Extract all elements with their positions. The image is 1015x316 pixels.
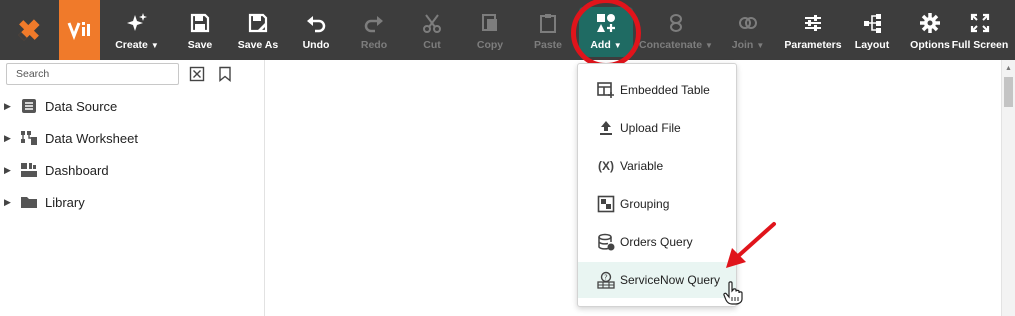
menu-item-embedded-table[interactable]: Embedded Table [578,72,736,108]
full-screen-button[interactable]: Full Screen [952,0,1008,60]
menu-item-label: Embedded Table [620,83,710,97]
save-label: Save [187,38,213,51]
cut-button[interactable]: Cut [412,0,452,60]
undo-label: Undo [302,38,330,51]
app-logo-icon [18,19,40,41]
sliders-icon [805,14,821,31]
caret-right-icon[interactable]: ▶ [4,165,14,176]
search-input[interactable] [6,63,179,85]
menu-item-label: ServiceNow Query [620,273,721,287]
save-as-button[interactable]: Save As [234,0,282,60]
concatenate-button[interactable]: Concatenate ▼ [638,0,714,60]
caret-right-icon[interactable]: ▶ [4,133,14,144]
data-source-icon [22,99,36,113]
menu-item-label: Orders Query [620,235,693,249]
add-dropdown-menu: Embedded Table Upload File (X) Variable … [577,63,737,307]
save-as-label: Save As [237,38,279,51]
embedded-table-icon [597,81,615,99]
menu-item-label: Grouping [620,197,670,211]
vi-logo-icon [67,22,90,41]
join-button[interactable]: Join ▼ [726,0,770,60]
clipboard-icon [540,13,556,33]
servicenow-query-icon: ? [597,271,615,289]
database-query-icon [597,233,615,251]
options-label: Options [910,38,950,51]
full-screen-label: Full Screen [951,38,1009,51]
redo-button[interactable]: Redo [354,0,394,60]
redo-label: Redo [360,38,388,51]
parameters-label: Parameters [784,38,842,51]
sidebar-item-data-worksheet[interactable]: ▶ Data Worksheet [4,128,138,148]
gear-icon [920,12,940,33]
hierarchy-icon [864,13,881,33]
undo-button[interactable]: Undo [296,0,336,60]
sidebar-item-data-source[interactable]: ▶ Data Source [4,96,117,116]
create-label: Create [115,38,148,51]
expand-icon [970,13,990,32]
menu-item-orders-query[interactable]: Orders Query [578,224,736,260]
close-box-icon [189,66,205,82]
variable-icon: (X) [598,159,614,173]
vi-logo[interactable] [59,0,100,60]
menu-item-servicenow-query[interactable]: ? ServiceNow Query [578,262,736,298]
layout-label: Layout [854,38,890,51]
undo-icon [307,15,326,32]
menu-item-variable[interactable]: (X) Variable [578,148,736,184]
annotation-circle [571,0,641,68]
grouping-icon [597,195,615,213]
menu-item-upload-file[interactable]: Upload File [578,110,736,146]
menu-item-label: Variable [620,159,664,173]
hand-cursor-icon [723,281,743,305]
cut-label: Cut [423,38,441,51]
upload-icon [597,119,615,137]
join-icon [739,16,757,29]
redo-icon [364,15,383,32]
worksheet-icon [21,131,37,145]
sparkle-icon [127,12,147,31]
clear-search-button[interactable] [188,64,206,84]
sidebar-item-label: Data Worksheet [45,130,138,146]
paste-button[interactable]: Paste [528,0,568,60]
annotation-arrow [726,222,776,268]
create-button[interactable]: Create ▼ [108,0,166,60]
copy-label: Copy [476,38,504,51]
sidebar-item-label: Data Source [45,98,118,114]
vertical-scrollbar[interactable]: ▲ [1001,60,1015,316]
sidebar-item-label: Library [45,194,85,210]
layout-button[interactable]: Layout [852,0,892,60]
save-icon [190,13,210,32]
copy-button[interactable]: Copy [470,0,510,60]
paste-label: Paste [533,38,563,51]
caret-right-icon[interactable]: ▶ [4,101,14,112]
menu-item-label: Upload File [620,121,681,135]
options-button[interactable]: Options [908,0,952,60]
scissors-icon [423,13,441,33]
sidebar-item-dashboard[interactable]: ▶ Dashboard [4,160,109,180]
chevron-down-icon: ▼ [756,40,765,50]
scrollbar-thumb[interactable] [1004,77,1013,107]
parameters-button[interactable]: Parameters [784,0,842,60]
menu-item-grouping[interactable]: Grouping [578,186,736,222]
bookmark-button[interactable] [216,64,234,84]
copy-icon [482,13,497,31]
sidebar-item-label: Dashboard [45,162,109,178]
chevron-down-icon: ▼ [150,40,159,50]
app-logo[interactable] [0,0,59,60]
bookmark-icon [219,66,231,82]
folder-icon [21,197,37,208]
scroll-up-icon[interactable]: ▲ [1005,65,1012,72]
join-label: Join [731,38,754,51]
svg-text:?: ? [604,274,608,282]
sidebar-item-library[interactable]: ▶ Library [4,192,85,212]
concatenate-label: Concatenate [639,38,703,51]
dashboard-icon [21,163,37,177]
caret-right-icon[interactable]: ▶ [4,197,14,208]
concatenate-icon [670,13,682,32]
save-as-icon [248,13,268,32]
save-button[interactable]: Save [178,0,222,60]
chevron-down-icon: ▼ [705,40,713,50]
